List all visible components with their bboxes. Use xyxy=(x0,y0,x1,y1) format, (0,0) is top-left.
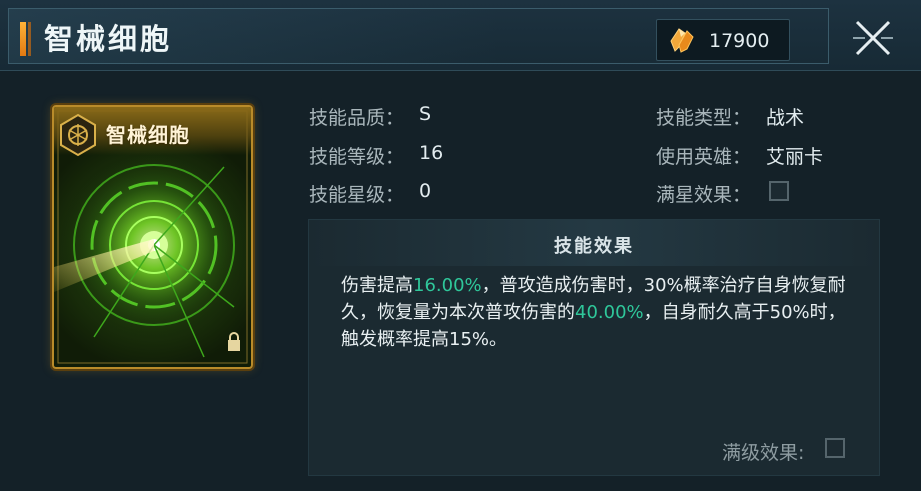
title-accent-bar xyxy=(20,22,26,56)
effect-highlight-heal: 40.00% xyxy=(575,302,644,323)
lock-icon xyxy=(228,332,240,351)
hex-emblem-icon xyxy=(60,113,96,157)
page-title: 智械细胞 xyxy=(44,22,173,56)
currency-amount: 17900 xyxy=(709,30,770,52)
effect-title: 技能效果 xyxy=(554,236,634,257)
type-label: 技能类型： xyxy=(656,107,752,129)
maxlevel-checkbox[interactable] xyxy=(825,438,845,458)
star-label: 技能星级： xyxy=(309,184,405,206)
effect-text-part-1: 伤害提高 xyxy=(341,275,413,296)
currency-display: 17900 xyxy=(656,19,790,61)
hero-label: 使用英雄： xyxy=(656,146,752,168)
close-icon[interactable] xyxy=(851,16,895,60)
effect-panel: 技能效果 伤害提高16.00%，普攻造成伤害时，30%概率治疗自身恢复耐久，恢复… xyxy=(308,219,880,476)
close-button[interactable] xyxy=(828,8,915,64)
skill-card: 智械细胞 xyxy=(52,105,253,369)
hero-value: 艾丽卡 xyxy=(766,146,824,168)
maxstar-checkbox[interactable] xyxy=(769,181,789,201)
star-value: 0 xyxy=(419,180,432,202)
quality-value: S xyxy=(419,103,432,125)
effect-highlight-damage: 16.00% xyxy=(413,275,482,296)
maxstar-label: 满星效果： xyxy=(656,184,752,206)
type-value: 战术 xyxy=(766,107,805,129)
maxlevel-label: 满级效果: xyxy=(722,442,805,464)
level-label: 技能等级： xyxy=(309,146,405,168)
level-value: 16 xyxy=(419,142,444,164)
card-title: 智械细胞 xyxy=(106,123,190,147)
crystal-icon xyxy=(670,28,694,53)
quality-label: 技能品质： xyxy=(309,107,405,129)
header-bar: 智械细胞 17900 xyxy=(0,0,921,71)
effect-description: 伤害提高16.00%，普攻造成伤害时，30%概率治疗自身恢复耐久，恢复量为本次普… xyxy=(341,272,861,353)
title-accent-bar-secondary xyxy=(28,22,31,56)
